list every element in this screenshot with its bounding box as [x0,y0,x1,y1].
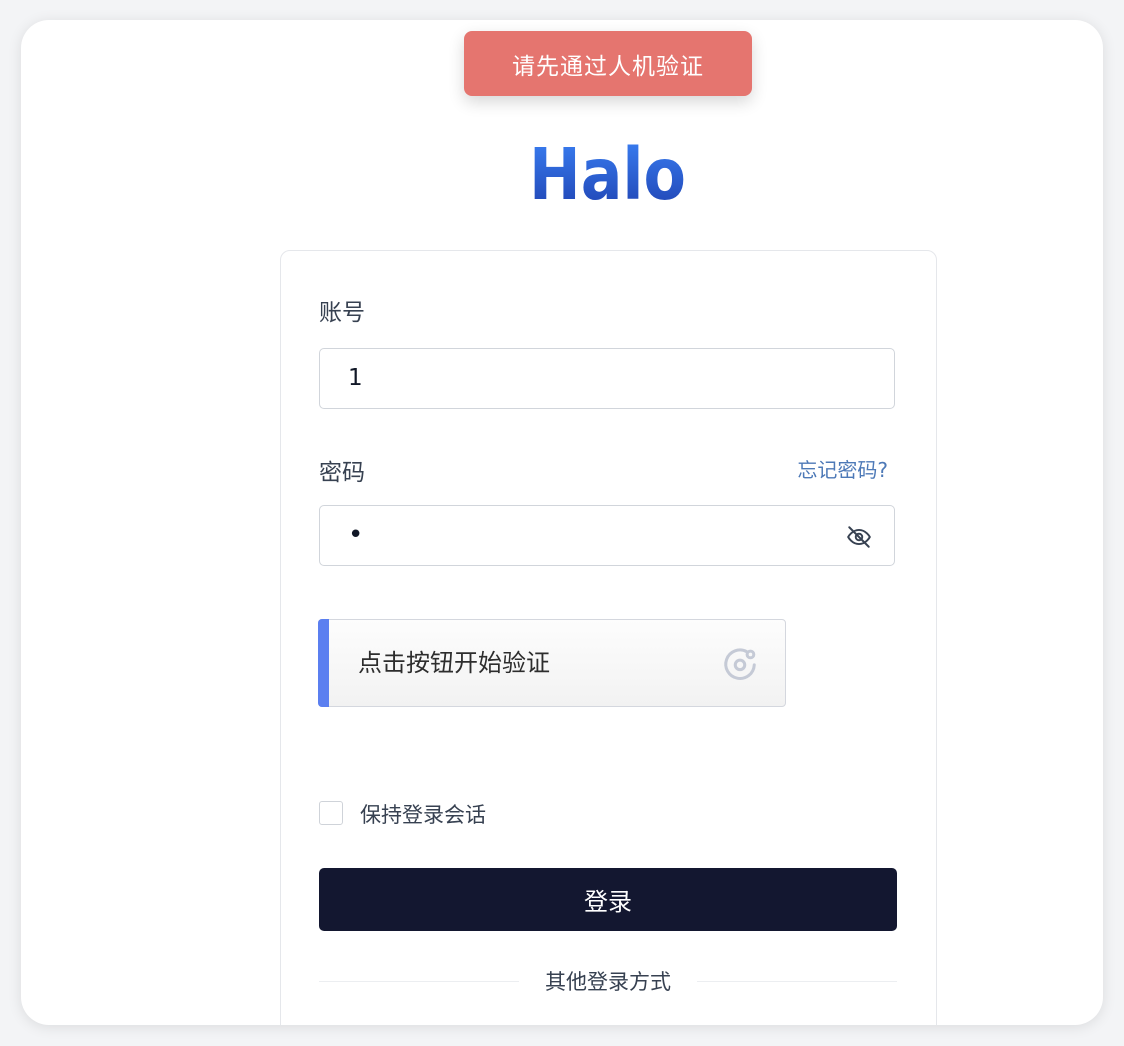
username-input[interactable]: 1 [319,348,895,409]
toast-message: 请先通过人机验证 [512,53,704,80]
login-window: 请先通过人机验证 Halo 账号 1 密码 忘记密码? • 点击按钮开始验证 保… [21,20,1103,1025]
other-login-label: 其他登录方式 [527,970,689,994]
halo-logo: Halo [529,133,686,204]
username-label: 账号 [319,300,365,326]
remember-label[interactable]: 保持登录会话 [360,799,486,829]
password-input[interactable]: • [319,505,895,566]
remember-checkbox[interactable] [319,801,343,825]
captcha-accent-bar [318,619,329,707]
login-button-label: 登录 [584,888,632,916]
login-button[interactable]: 登录 [319,868,897,931]
captcha-label: 点击按钮开始验证 [358,649,550,677]
forgot-password-link[interactable]: 忘记密码? [797,454,888,483]
captcha-icon [724,648,756,680]
login-card: 账号 1 密码 忘记密码? • 点击按钮开始验证 保持登录会话 登录 其他登录方… [280,250,937,1025]
password-value: • [348,520,364,550]
captcha-button[interactable]: 点击按钮开始验证 [318,619,786,707]
username-value: 1 [348,365,363,391]
eye-off-icon[interactable] [846,524,872,550]
other-login-methods: 其他登录方式 [319,966,897,996]
logo-text: Halo [529,133,686,204]
error-toast: 请先通过人机验证 [464,31,752,96]
password-label: 密码 [319,460,365,486]
